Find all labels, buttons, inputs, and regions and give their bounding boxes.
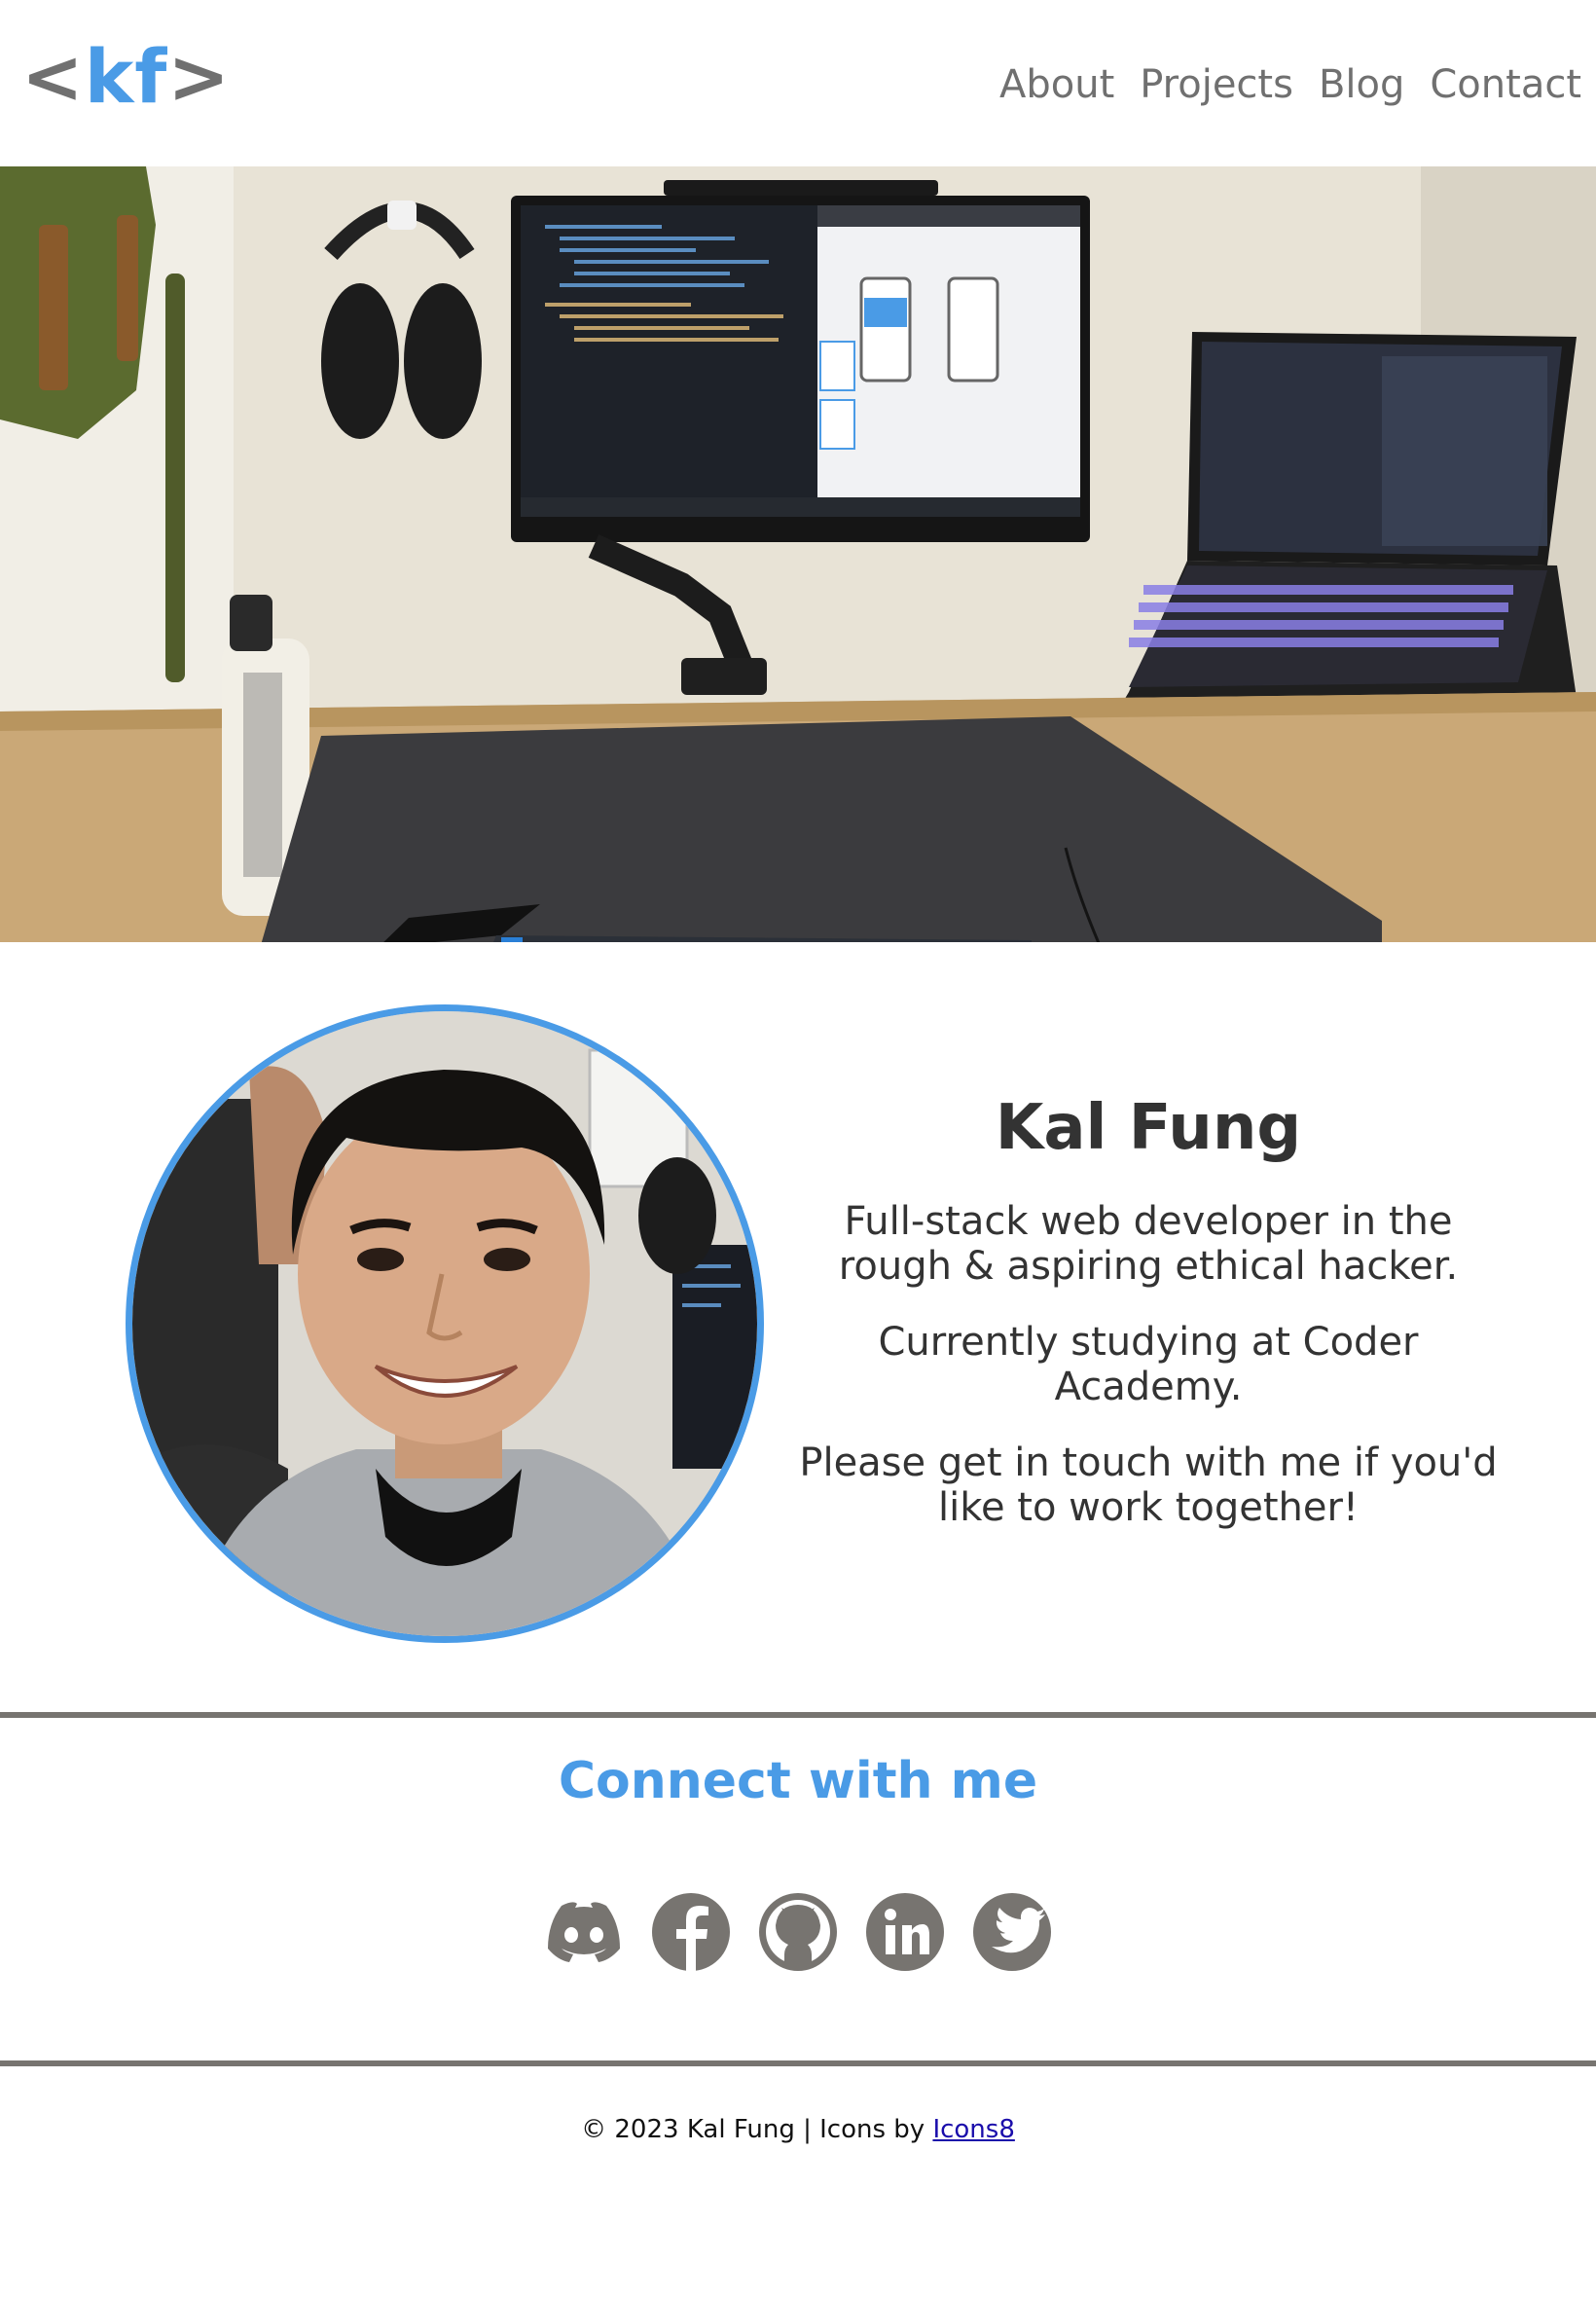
about-paragraph-study: Currently studying at Coder Academy. — [878, 1320, 1419, 1409]
site-header: <kf> About Projects Blog Contact — [0, 0, 1596, 166]
hero-desk-image — [0, 166, 1596, 942]
nav-link-about[interactable]: About — [999, 60, 1114, 109]
about-paragraph-contact: Please get in touch with me if you'd lik… — [799, 1440, 1498, 1530]
portrait-illustration — [132, 1011, 757, 1636]
footer-icons8-link[interactable]: Icons8 — [932, 2115, 1014, 2144]
about-paragraph-role: Full-stack web developer in the rough & … — [838, 1199, 1459, 1289]
about-name-heading: Kal Fung — [995, 1092, 1302, 1164]
linkedin-icon[interactable] — [861, 1888, 949, 1976]
desk-setup-illustration — [0, 166, 1596, 942]
about-section: Kal Fung Full-stack web developer in the… — [779, 1090, 1518, 1561]
section-divider-top — [0, 1712, 1596, 1718]
logo-initials: kf — [84, 33, 168, 120]
discord-icon[interactable] — [540, 1888, 628, 1976]
main-nav: About Projects Blog Contact — [999, 60, 1581, 109]
twitter-icon[interactable] — [968, 1888, 1056, 1976]
nav-link-contact[interactable]: Contact — [1430, 60, 1581, 109]
nav-link-projects[interactable]: Projects — [1140, 60, 1293, 109]
logo-open-bracket: < — [21, 33, 85, 120]
facebook-icon[interactable] — [647, 1888, 735, 1976]
site-logo[interactable]: <kf> — [21, 33, 231, 121]
site-footer: © 2023 Kal Fung | Icons by Icons8 — [0, 2112, 1596, 2147]
social-links — [0, 1888, 1596, 1976]
profile-photo — [126, 1004, 764, 1643]
connect-heading: Connect with me — [558, 1752, 1038, 1810]
footer-copyright: © 2023 Kal Fung | Icons by — [581, 2115, 933, 2144]
github-icon[interactable] — [754, 1888, 842, 1976]
nav-link-blog[interactable]: Blog — [1319, 60, 1404, 109]
logo-close-bracket: > — [167, 33, 231, 120]
section-divider-bottom — [0, 2060, 1596, 2066]
